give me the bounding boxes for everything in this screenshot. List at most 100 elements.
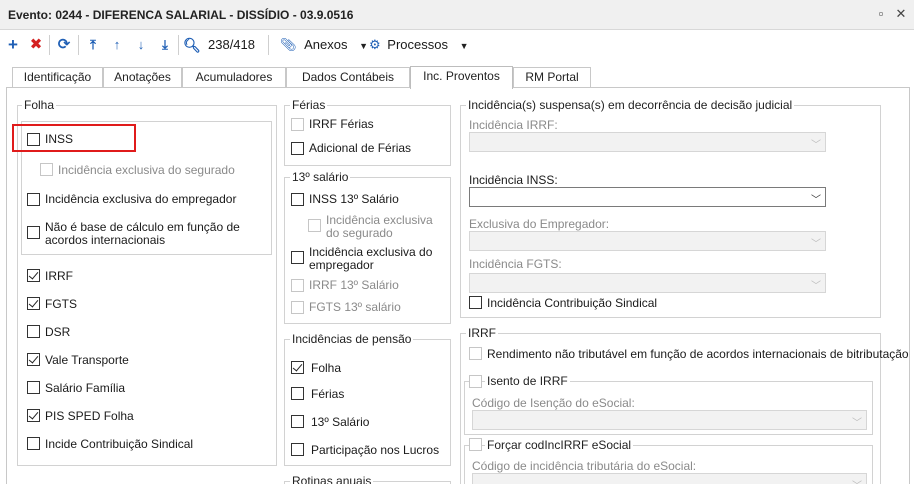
next-record-icon[interactable]: ↓ [132, 36, 150, 54]
fgts-incidencia-select[interactable]: ﹀ [469, 273, 826, 293]
chevron-down-icon: ▼ [459, 41, 469, 51]
salario-familia-checkbox[interactable] [27, 381, 40, 394]
nao-base-label-line1: Não é base de cálculo em função de [45, 220, 240, 234]
isento-label: Isento de IRRF [485, 374, 570, 388]
toolbar: + ✖ ⟳ ⤒ ↑ ↓ ⤓ 🔍︎ 238/418 📎︎ Anexos ▼ ⚙ P… [0, 30, 914, 60]
judicial-legend: Incidência(s) suspensa(s) em decorrência… [466, 98, 795, 112]
irrf-ferias-label: IRRF Férias [309, 117, 374, 131]
pensao-folha-label: Folha [311, 361, 342, 375]
irrf-ferias-checkbox[interactable] [291, 118, 304, 131]
pensao-ferias-label: Férias [311, 387, 345, 401]
refresh-icon[interactable]: ⟳ [55, 36, 73, 54]
inc-segurado-checkbox[interactable] [40, 163, 53, 176]
pensao-lucros-label: Participação nos Lucros [311, 443, 440, 457]
inc-emp13-checkbox[interactable] [291, 251, 304, 264]
fgts-checkbox[interactable] [27, 297, 40, 310]
last-record-icon[interactable]: ⤓ [156, 36, 174, 54]
folha-legend: Folha [22, 98, 57, 112]
inss-checkbox[interactable] [27, 133, 40, 146]
inc-seg13-checkbox[interactable] [308, 219, 321, 232]
tab-strip: Identificação Anotações Acumuladores Dad… [0, 65, 914, 89]
codigo-isencao-label: Código de Isenção do eSocial: [472, 396, 635, 410]
pensao-ferias-checkbox[interactable] [291, 387, 304, 400]
empregador-select[interactable]: ﹀ [469, 231, 826, 251]
sindical-incidencia-checkbox[interactable] [469, 296, 482, 309]
irrf-label: IRRF [45, 269, 73, 283]
inss-label: INSS [45, 132, 74, 146]
inc-emp13-label-line1: Incidência exclusiva do [309, 245, 433, 259]
toolbar-separator [268, 35, 269, 55]
pensao-decimo-checkbox[interactable] [291, 415, 304, 428]
irrf13-checkbox[interactable] [291, 279, 304, 292]
processos-menu-button[interactable]: ⚙ Processos ▼ [369, 36, 469, 54]
pensao-folha-checkbox[interactable] [291, 361, 304, 374]
rendimento-checkbox[interactable] [469, 347, 482, 360]
irrf13-label: IRRF 13º Salário [309, 278, 399, 292]
first-record-icon[interactable]: ⤒ [84, 36, 102, 54]
inc-empregador-label: Incidência exclusiva do empregador [45, 192, 237, 206]
chevron-down-icon: ▼ [359, 41, 369, 51]
record-counter: 238/418 [208, 37, 255, 52]
gear-icon: ⚙ [369, 37, 381, 52]
adicional-ferias-checkbox[interactable] [291, 142, 304, 155]
tab-acumuladores[interactable]: Acumuladores [182, 67, 286, 87]
inc-segurado-label: Incidência exclusiva do segurado [58, 163, 235, 177]
inss-incidencia-label: Incidência INSS: [469, 173, 558, 187]
chevron-down-icon: ﹀ [852, 477, 862, 484]
previous-record-icon[interactable]: ↑ [108, 36, 126, 54]
delete-icon[interactable]: ✖ [27, 36, 45, 54]
inc-seg13-label-line1: Incidência exclusiva [326, 213, 433, 227]
tab-inc-proventos[interactable]: Inc. Proventos [410, 66, 513, 89]
search-icon[interactable]: 🔍︎ [183, 36, 201, 54]
inc-empregador-checkbox[interactable] [27, 193, 40, 206]
inss13-checkbox[interactable] [291, 193, 304, 206]
contrib-sindical-label: Incide Contribuição Sindical [45, 437, 194, 451]
pensao-decimo-label: 13º Salário [311, 415, 370, 429]
codigo-incidencia-select[interactable]: ﹀ [472, 473, 867, 484]
codigo-isencao-select[interactable]: ﹀ [472, 410, 867, 430]
inss13-label: INSS 13º Salário [309, 192, 399, 206]
pensao-legend: Incidências de pensão [290, 332, 414, 346]
tab-rm-portal[interactable]: RM Portal [513, 67, 591, 87]
irrf-incidencia-select[interactable]: ﹀ [469, 132, 826, 152]
restore-icon[interactable]: ▫ [874, 7, 888, 21]
pis-sped-label: PIS SPED Folha [45, 409, 134, 423]
dsr-label: DSR [45, 325, 71, 339]
forcar-checkbox[interactable] [469, 438, 482, 451]
paperclip-icon: 📎︎ [280, 37, 297, 52]
sindical-incidencia-label: Incidência Contribuição Sindical [487, 296, 658, 310]
forcar-label: Forçar codIncIRRF eSocial [485, 438, 634, 452]
rendimento-label: Rendimento não tributável em função de a… [487, 347, 909, 361]
salario-familia-label: Salário Família [45, 381, 126, 395]
fgts-incidencia-label: Incidência FGTS: [469, 257, 562, 271]
irrf-checkbox[interactable] [27, 269, 40, 282]
dsr-checkbox[interactable] [27, 325, 40, 338]
chevron-down-icon: ﹀ [811, 195, 821, 206]
codigo-incidencia-label: Código de incidência tributária do eSoci… [472, 459, 697, 473]
add-icon[interactable]: + [4, 36, 22, 54]
chevron-down-icon: ﹀ [811, 281, 821, 292]
ferias-legend: Férias [290, 98, 328, 112]
contrib-sindical-checkbox[interactable] [27, 437, 40, 450]
chevron-down-icon: ﹀ [811, 140, 821, 151]
processos-label: Processos [387, 37, 448, 52]
close-icon[interactable]: ✕ [894, 7, 908, 21]
fgts13-label: FGTS 13º salário [309, 300, 401, 314]
inc-seg13-label-line2: do segurado [326, 226, 393, 240]
inc-emp13-label-line2: empregador [309, 258, 374, 272]
anexos-menu-button[interactable]: 📎︎ Anexos ▼ [280, 36, 368, 54]
tab-identificacao[interactable]: Identificação [12, 67, 103, 87]
inss-incidencia-select[interactable]: ﹀ [469, 187, 826, 207]
nao-base-checkbox[interactable] [27, 226, 40, 239]
pensao-lucros-checkbox[interactable] [291, 443, 304, 456]
pis-sped-checkbox[interactable] [27, 409, 40, 422]
tab-dados-contabeis[interactable]: Dados Contábeis [286, 67, 410, 87]
isento-checkbox[interactable] [469, 375, 482, 388]
fgts13-checkbox[interactable] [291, 301, 304, 314]
fgts-label: FGTS [45, 297, 77, 311]
vale-transporte-label: Vale Transporte [45, 353, 129, 367]
empregador-label: Exclusiva do Empregador: [469, 217, 610, 231]
vale-transporte-checkbox[interactable] [27, 353, 40, 366]
decimo-legend: 13º salário [290, 170, 351, 184]
tab-anotacoes[interactable]: Anotações [103, 67, 182, 87]
